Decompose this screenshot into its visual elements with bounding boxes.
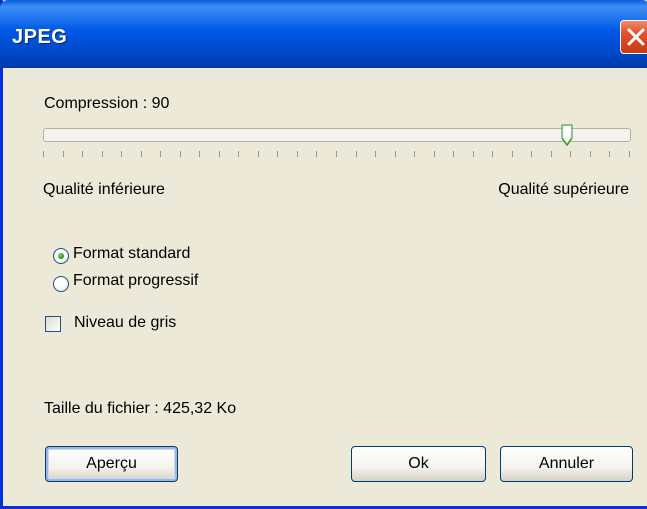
slider-tick bbox=[277, 151, 278, 157]
title-bar[interactable]: JPEG bbox=[0, 0, 647, 68]
radio-selected-dot bbox=[58, 253, 64, 259]
slider-tick bbox=[492, 151, 493, 157]
compression-label: Compression : 90 bbox=[44, 95, 170, 112]
format-standard-radio[interactable] bbox=[53, 248, 69, 264]
slider-tick bbox=[336, 151, 337, 157]
slider-tick bbox=[180, 151, 181, 157]
slider-tick bbox=[531, 151, 532, 157]
slider-tick bbox=[434, 151, 435, 157]
file-size-label: Taille du fichier : 425,32 Ko bbox=[44, 400, 237, 417]
format-standard-label[interactable]: Format standard bbox=[73, 245, 190, 263]
close-button[interactable] bbox=[620, 20, 647, 54]
ok-button[interactable]: Ok bbox=[351, 446, 486, 482]
quality-low-label: Qualité inférieure bbox=[43, 181, 165, 198]
slider-tick bbox=[629, 151, 630, 157]
window-title: JPEG bbox=[12, 26, 68, 48]
slider-tick bbox=[512, 151, 513, 157]
slider-tick bbox=[199, 151, 200, 157]
jpeg-dialog: JPEG Compression : 90 Qualité inférieure… bbox=[0, 0, 647, 509]
slider-ticks bbox=[43, 151, 633, 161]
slider-tick bbox=[121, 151, 122, 157]
grayscale-checkbox[interactable] bbox=[45, 316, 61, 332]
slider-tick bbox=[609, 151, 610, 157]
slider-tick bbox=[395, 151, 396, 157]
slider-tick bbox=[473, 151, 474, 157]
slider-tick bbox=[590, 151, 591, 157]
slider-tick bbox=[43, 151, 44, 157]
close-icon bbox=[627, 28, 645, 46]
format-progressive-label[interactable]: Format progressif bbox=[73, 272, 198, 290]
slider-tick bbox=[63, 151, 64, 157]
slider-tick bbox=[238, 151, 239, 157]
preview-button[interactable]: Aperçu bbox=[45, 446, 178, 482]
format-progressive-radio[interactable] bbox=[53, 276, 69, 292]
grayscale-label[interactable]: Niveau de gris bbox=[74, 314, 176, 332]
slider-tick bbox=[82, 151, 83, 157]
slider-tick bbox=[375, 151, 376, 157]
compression-slider-track[interactable] bbox=[43, 128, 631, 142]
slider-tick bbox=[141, 151, 142, 157]
slider-tick bbox=[297, 151, 298, 157]
slider-tick bbox=[551, 151, 552, 157]
compression-slider-thumb[interactable] bbox=[561, 124, 573, 146]
slider-tick bbox=[316, 151, 317, 157]
slider-tick bbox=[570, 151, 571, 157]
slider-tick bbox=[160, 151, 161, 157]
slider-tick bbox=[258, 151, 259, 157]
slider-tick bbox=[453, 151, 454, 157]
slider-tick bbox=[414, 151, 415, 157]
slider-tick bbox=[219, 151, 220, 157]
quality-high-label: Qualité supérieure bbox=[498, 181, 629, 198]
slider-tick bbox=[356, 151, 357, 157]
cancel-button[interactable]: Annuler bbox=[500, 446, 633, 482]
slider-tick bbox=[102, 151, 103, 157]
